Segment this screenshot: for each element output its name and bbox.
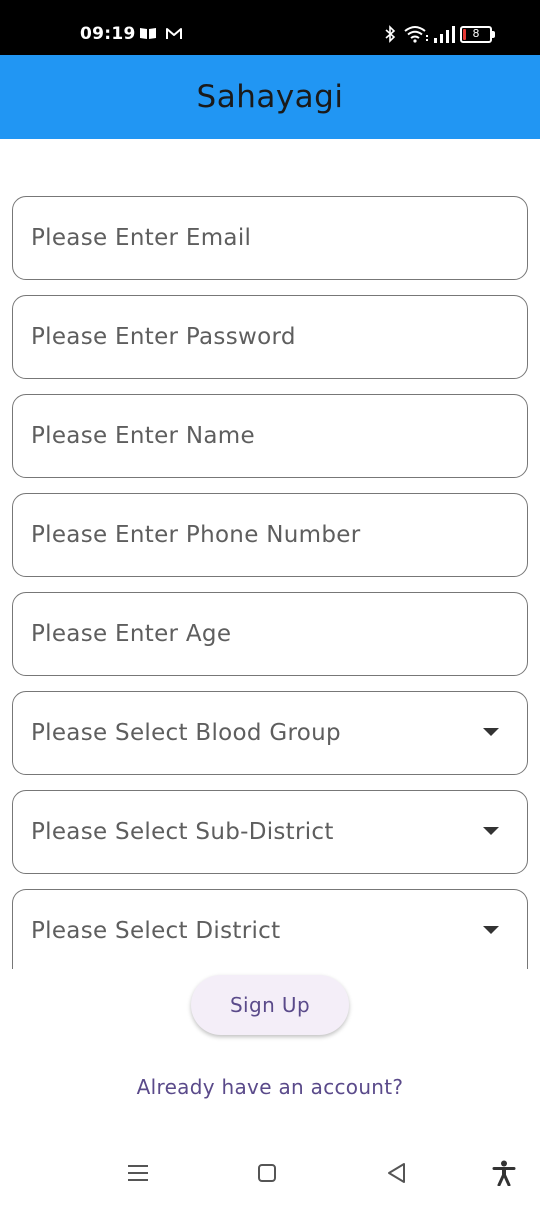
login-link[interactable]: Already have an account? [0, 1075, 540, 1099]
signal-icon [434, 26, 455, 43]
name-field[interactable]: Please Enter Name [12, 394, 528, 478]
mail-icon [166, 28, 182, 39]
menu-icon[interactable] [128, 1164, 148, 1182]
accessibility-icon[interactable] [492, 1160, 516, 1186]
chevron-down-icon [483, 827, 499, 835]
book-icon [140, 28, 156, 39]
phone-field[interactable]: Please Enter Phone Number [12, 493, 528, 577]
signup-button[interactable]: Sign Up [191, 975, 349, 1035]
email-field[interactable]: Please Enter Email [12, 196, 528, 280]
password-placeholder: Please Enter Password [31, 324, 296, 350]
back-icon[interactable] [386, 1162, 406, 1184]
district-placeholder: Please Select District [31, 918, 281, 944]
age-placeholder: Please Enter Age [31, 621, 232, 647]
chevron-down-icon [483, 728, 499, 736]
blood-group-select[interactable]: Please Select Blood Group [12, 691, 528, 775]
battery-level: 8 [472, 27, 480, 40]
phone-placeholder: Please Enter Phone Number [31, 522, 361, 548]
status-bar: 09:19 8 [0, 0, 540, 55]
sub-district-select[interactable]: Please Select Sub-District [12, 790, 528, 874]
bluetooth-icon [385, 25, 396, 43]
email-placeholder: Please Enter Email [31, 225, 252, 251]
password-field[interactable]: Please Enter Password [12, 295, 528, 379]
app-bar: Sahayagi [0, 55, 540, 139]
status-time: 09:19 [80, 24, 136, 44]
chevron-down-icon [483, 926, 499, 934]
age-field[interactable]: Please Enter Age [12, 592, 528, 676]
wifi-icon [404, 26, 428, 43]
name-placeholder: Please Enter Name [31, 423, 255, 449]
page-title: Sahayagi [196, 79, 344, 115]
battery-icon: 8 [460, 26, 496, 43]
home-icon[interactable] [258, 1164, 276, 1182]
blood-group-placeholder: Please Select Blood Group [31, 720, 341, 746]
district-select[interactable]: Please Select District [12, 889, 528, 969]
sub-district-placeholder: Please Select Sub-District [31, 819, 334, 845]
